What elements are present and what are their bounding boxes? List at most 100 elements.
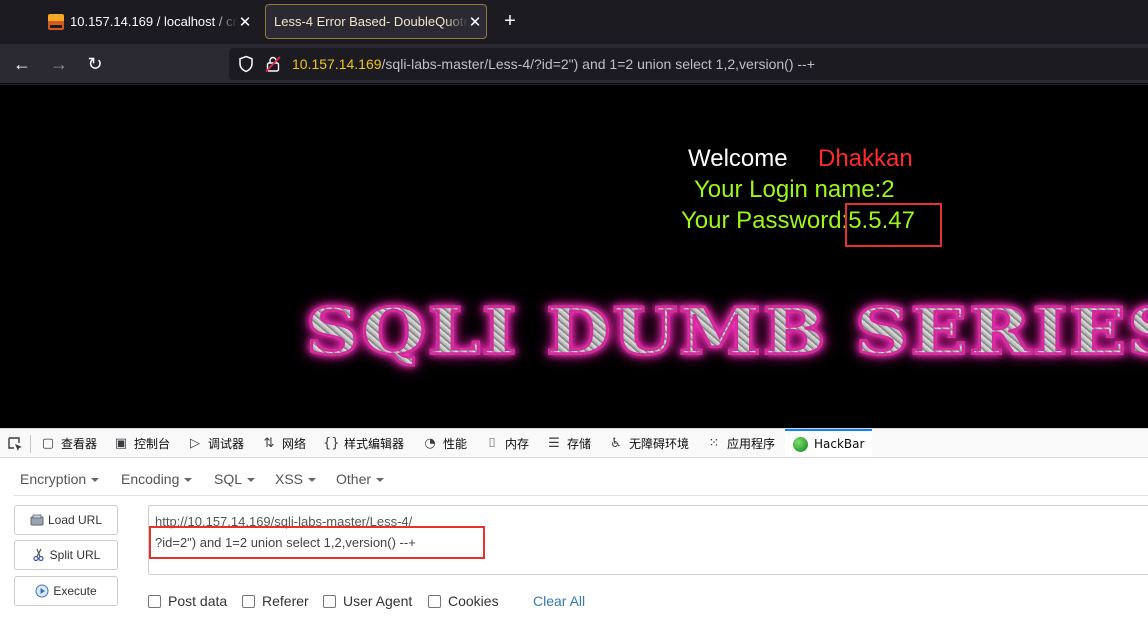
- tab-phpmyadmin[interactable]: 10.157.14.169 / localhost / cms ✕: [40, 4, 256, 39]
- new-tab-button[interactable]: +: [499, 9, 521, 33]
- tab-hackbar[interactable]: HackBar: [785, 429, 873, 457]
- payload-highlight-box: [149, 526, 485, 559]
- tab-title: 10.157.14.169 / localhost / cms: [70, 14, 238, 29]
- back-button[interactable]: ←: [10, 52, 34, 76]
- tab-label: HackBar: [814, 437, 865, 451]
- navigation-bar: ← → ↻ 10.157.14.169/sqli-labs-master/Les…: [0, 44, 1148, 84]
- address-bar[interactable]: 10.157.14.169/sqli-labs-master/Less-4/?i…: [229, 48, 1148, 80]
- application-icon: ⁙: [708, 435, 720, 451]
- menu-sql[interactable]: SQL: [214, 471, 256, 487]
- browser-window: 10.157.14.169 / localhost / cms ✕ Less-4…: [0, 0, 1148, 619]
- caret-down-icon: [376, 478, 385, 483]
- forward-button[interactable]: →: [47, 52, 71, 76]
- caret-down-icon: [184, 478, 193, 483]
- tab-bar: 10.157.14.169 / localhost / cms ✕ Less-4…: [0, 0, 1148, 44]
- menu-label: Encryption: [20, 471, 87, 487]
- tab-less-4[interactable]: Less-4 Error Based- DoubleQuotes ✕: [265, 4, 487, 39]
- menu-other[interactable]: Other: [336, 471, 385, 487]
- tab-label: 无障碍环境: [629, 436, 690, 451]
- debugger-icon: ▷: [190, 435, 200, 451]
- toolbar-separator: [30, 435, 31, 453]
- url-text[interactable]: 10.157.14.169/sqli-labs-master/Less-4/?i…: [292, 56, 815, 72]
- button-label: Split URL: [49, 548, 101, 562]
- tab-performance[interactable]: ◔ 性能: [422, 429, 467, 457]
- checkbox-label: Referer: [262, 593, 309, 609]
- tab-label: 控制台: [134, 436, 171, 451]
- split-url-button[interactable]: Split URL: [14, 540, 118, 570]
- sqli-banner: SQLI DUMB SERIES: [304, 294, 1148, 371]
- tab-accessibility[interactable]: ♿ 无障碍环境: [608, 429, 689, 457]
- menu-label: SQL: [214, 471, 243, 487]
- accessibility-icon: ♿: [610, 435, 622, 451]
- caret-down-icon: [308, 478, 317, 483]
- devtools-toolbar: ▢ 查看器 ▣ 控制台 ▷ 调试器 ⇅ 网络 {} 样式编辑器 ◔ 性能 ⌷ 内…: [0, 428, 1148, 458]
- close-tab-icon[interactable]: ✕: [468, 13, 486, 31]
- style-editor-icon: {}: [323, 435, 340, 451]
- reload-button[interactable]: ↻: [83, 52, 107, 76]
- tab-label: 存储: [567, 436, 592, 451]
- menu-encoding[interactable]: Encoding: [121, 471, 193, 487]
- button-label: Load URL: [47, 513, 103, 527]
- memory-icon: ⌷: [488, 435, 496, 451]
- tab-inspector[interactable]: ▢ 查看器: [40, 429, 97, 457]
- tab-style-editor[interactable]: {} 样式编辑器: [323, 429, 404, 457]
- url-path: /sqli-labs-master/Less-4/?id=2") and 1=2…: [381, 56, 815, 72]
- login-name-text: Your Login name:2: [694, 176, 895, 203]
- checkbox-icon[interactable]: [148, 594, 161, 608]
- tab-console[interactable]: ▣ 控制台: [113, 429, 170, 457]
- checkbox-label: Cookies: [448, 593, 499, 609]
- tab-memory[interactable]: ⌷ 内存: [484, 429, 529, 457]
- version-highlight-box: [845, 203, 942, 247]
- hackbar-menu-bar: Encryption Encoding SQL XSS Other: [13, 460, 1148, 496]
- execute-button[interactable]: Execute: [14, 576, 118, 606]
- split-url-icon: [33, 548, 44, 562]
- tab-label: 网络: [282, 436, 307, 451]
- button-label: Execute: [53, 584, 97, 598]
- tab-label: 内存: [505, 436, 530, 451]
- page-content: Welcome Dhakkan Your Login name:2 Your P…: [0, 85, 1148, 428]
- user-agent-checkbox[interactable]: User Agent: [323, 593, 412, 609]
- welcome-name: Dhakkan: [818, 145, 913, 172]
- console-icon: ▣: [114, 435, 128, 451]
- tab-label: 样式编辑器: [344, 436, 405, 451]
- phpmyadmin-favicon-icon: [48, 13, 64, 30]
- close-tab-icon[interactable]: ✕: [238, 13, 256, 31]
- menu-label: Encoding: [121, 471, 180, 487]
- checkbox-icon[interactable]: [323, 594, 336, 608]
- hackbar-icon: [793, 436, 808, 452]
- performance-icon: ◔: [424, 435, 436, 451]
- tab-label: 查看器: [61, 436, 98, 451]
- menu-label: XSS: [275, 471, 304, 487]
- load-url-button[interactable]: Load URL: [14, 505, 118, 535]
- cookies-checkbox[interactable]: Cookies: [428, 593, 499, 609]
- tab-title: Less-4 Error Based- DoubleQuotes: [274, 14, 468, 29]
- hackbar-panel: Encryption Encoding SQL XSS Other Load U…: [0, 458, 1148, 619]
- checkbox-label: Post data: [168, 593, 228, 609]
- insecure-lock-icon[interactable]: [264, 55, 282, 73]
- menu-label: Other: [336, 471, 372, 487]
- tab-label: 性能: [443, 436, 468, 451]
- post-data-checkbox[interactable]: Post data: [148, 593, 227, 609]
- referer-checkbox[interactable]: Referer: [242, 593, 309, 609]
- inspector-icon: ▢: [41, 435, 55, 451]
- tab-network[interactable]: ⇅ 网络: [261, 429, 306, 457]
- menu-xss[interactable]: XSS: [275, 471, 317, 487]
- caret-down-icon: [247, 478, 256, 483]
- caret-down-icon: [91, 478, 100, 483]
- network-icon: ⇅: [263, 435, 275, 451]
- clear-all-link[interactable]: Clear All: [533, 593, 585, 609]
- checkbox-icon[interactable]: [242, 594, 255, 608]
- tab-application[interactable]: ⁙ 应用程序: [706, 429, 775, 457]
- element-picker-icon[interactable]: [7, 436, 23, 452]
- welcome-label: Welcome: [688, 145, 788, 172]
- tab-label: 调试器: [208, 436, 245, 451]
- checkbox-icon[interactable]: [428, 594, 441, 608]
- url-host: 10.157.14.169: [292, 56, 382, 72]
- storage-icon: ☰: [548, 435, 560, 451]
- load-url-icon: [30, 514, 44, 526]
- tab-debugger[interactable]: ▷ 调试器: [187, 429, 244, 457]
- execute-icon: [35, 584, 49, 598]
- tracking-protection-shield-icon[interactable]: [237, 55, 255, 73]
- menu-encryption[interactable]: Encryption: [20, 471, 100, 487]
- tab-storage[interactable]: ☰ 存储: [546, 429, 591, 457]
